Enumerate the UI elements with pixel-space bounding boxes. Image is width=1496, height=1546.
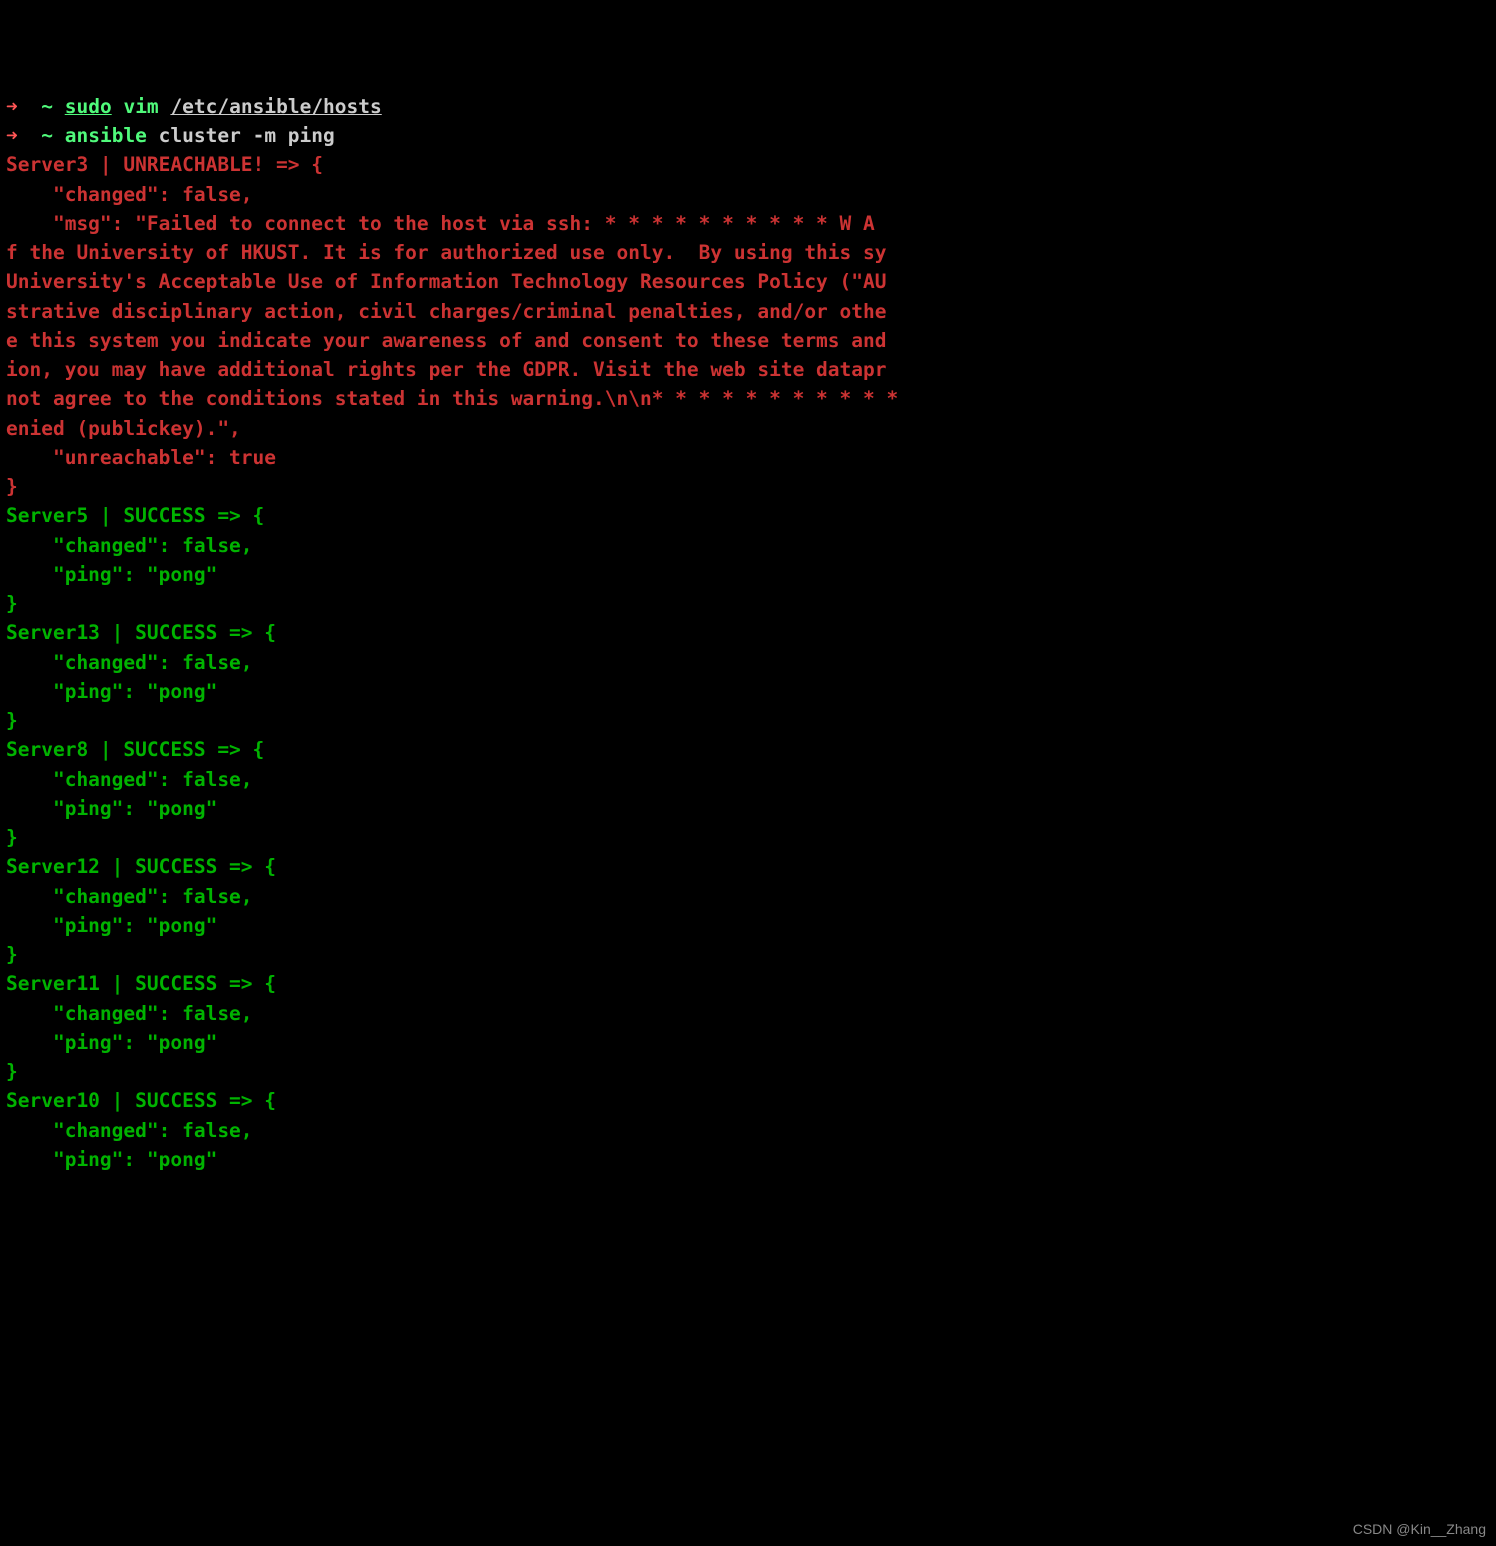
error-unreachable: "unreachable": true [6, 446, 276, 469]
terminal-output[interactable]: ➜ ~ sudo vim /etc/ansible/hosts ➜ ~ ansi… [6, 92, 1490, 1174]
error-msg-line: enied (publickey).", [6, 417, 241, 440]
prompt-tilde: ~ [41, 95, 53, 118]
prompt-line-2: ➜ ~ ansible cluster -m ping [6, 124, 335, 147]
error-msg-line: f the University of HKUST. It is for aut… [6, 241, 887, 264]
cmd-args: cluster -m ping [159, 124, 335, 147]
success-ping: "ping": "pong" [6, 1148, 217, 1171]
prompt-arrow-icon: ➜ [6, 95, 18, 118]
success-close: } [6, 1060, 18, 1083]
ansible-cmd: ansible [65, 124, 147, 147]
error-msg-line: "msg": "Failed to connect to the host vi… [6, 212, 875, 235]
success-ping: "ping": "pong" [6, 1031, 217, 1054]
success-header: Server10 | SUCCESS => { [6, 1089, 276, 1112]
success-changed: "changed": false, [6, 651, 253, 674]
success-changed: "changed": false, [6, 768, 253, 791]
watermark: CSDN @Kin__Zhang [1353, 1519, 1486, 1540]
vim-cmd: vim [123, 95, 158, 118]
success-header: Server11 | SUCCESS => { [6, 972, 276, 995]
success-changed: "changed": false, [6, 1119, 253, 1142]
error-msg-line: e this system you indicate your awarenes… [6, 329, 887, 352]
success-close: } [6, 592, 18, 615]
prompt-arrow-icon: ➜ [6, 124, 18, 147]
error-msg-line: not agree to the conditions stated in th… [6, 387, 898, 410]
error-msg-line: strative disciplinary action, civil char… [6, 300, 887, 323]
file-path: /etc/ansible/hosts [170, 95, 381, 118]
success-ping: "ping": "pong" [6, 563, 217, 586]
success-header: Server12 | SUCCESS => { [6, 855, 276, 878]
error-header: Server3 | UNREACHABLE! => { [6, 153, 323, 176]
success-changed: "changed": false, [6, 885, 253, 908]
success-changed: "changed": false, [6, 1002, 253, 1025]
success-ping: "ping": "pong" [6, 914, 217, 937]
prompt-line-1: ➜ ~ sudo vim /etc/ansible/hosts [6, 95, 382, 118]
error-msg-line: ion, you may have additional rights per … [6, 358, 887, 381]
success-header: Server13 | SUCCESS => { [6, 621, 276, 644]
sudo-cmd: sudo [65, 95, 112, 118]
success-ping: "ping": "pong" [6, 797, 217, 820]
success-header: Server5 | SUCCESS => { [6, 504, 264, 527]
success-close: } [6, 943, 18, 966]
error-close: } [6, 475, 18, 498]
success-close: } [6, 709, 18, 732]
prompt-tilde: ~ [41, 124, 53, 147]
success-close: } [6, 826, 18, 849]
success-ping: "ping": "pong" [6, 680, 217, 703]
success-changed: "changed": false, [6, 534, 253, 557]
error-msg-line: University's Acceptable Use of Informati… [6, 270, 887, 293]
success-header: Server8 | SUCCESS => { [6, 738, 264, 761]
error-changed: "changed": false, [6, 183, 253, 206]
